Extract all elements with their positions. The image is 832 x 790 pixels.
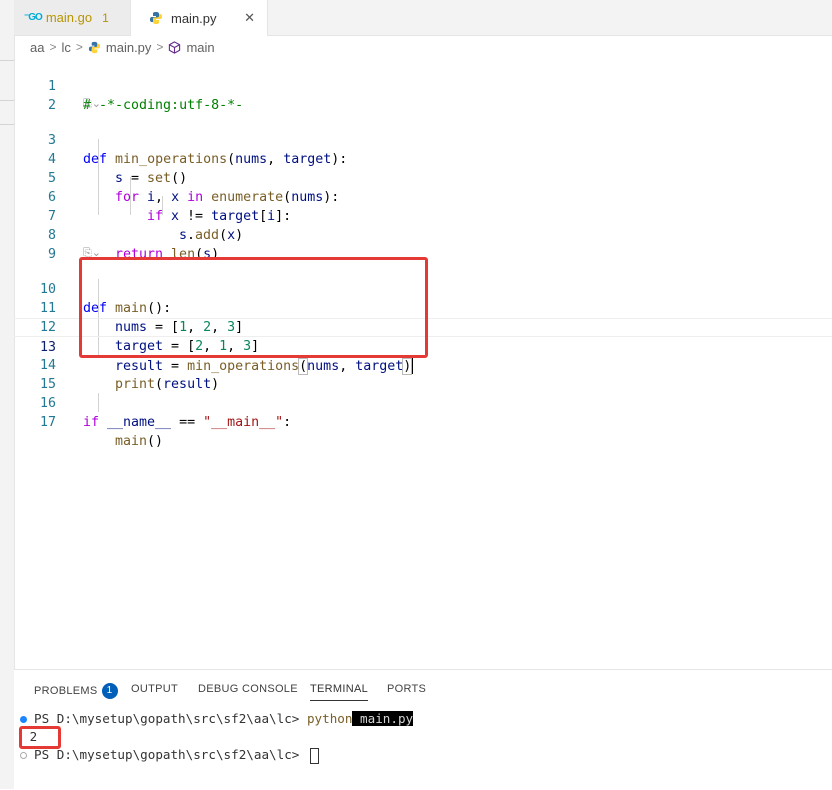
code-text: main() [115,434,164,449]
code-line: 16 if __name__ == "__main__": [14,375,832,430]
function-symbol-icon [169,40,181,54]
code-text: if __name__ == "__main__": [83,415,292,430]
tab-debug-console[interactable]: DEBUG CONSOLE [198,683,298,695]
strip-divider [0,100,14,101]
code-line: 17 main() [14,394,832,449]
highlight-box-main-function [79,257,428,358]
code-line: 2 [14,77,832,113]
code-line: 1 # -*-coding:utf-8-*- [14,58,832,113]
code-line: 8 return len(s) [14,207,832,262]
command-success-dot-icon [20,716,27,723]
go-icon: ⁻GO [24,12,43,23]
chevron-right-icon: > [49,40,57,54]
code-line: 5 for i, x in enumerate(nums): [14,150,832,205]
tab-ports[interactable]: PORTS [387,683,426,695]
codelens-icon[interactable]: ⎘⌄ [83,97,101,113]
code-line: 15 [14,356,832,392]
editor-tab-bar: ⁻GO main.go 1 main.py ✕ [14,0,832,36]
code-editor[interactable]: 1 # -*-coding:utf-8-*- 2 ⎘⌄ 3 def min_op… [14,58,832,668]
chevron-right-icon: > [75,40,83,54]
tab-label: main.go [45,10,93,25]
line-number: 17 [39,415,56,430]
chevron-right-icon: > [156,40,164,54]
bottom-panel: PROBLEMS 1 OUTPUT DEBUG CONSOLE TERMINAL … [14,669,832,790]
python-icon [150,12,162,24]
tab-output[interactable]: OUTPUT [131,683,178,695]
python-icon [88,41,100,53]
tab-problems[interactable]: PROBLEMS 1 [34,683,118,699]
breadcrumb-item-symbol[interactable]: main [186,40,214,55]
breadcrumb-item-aa[interactable]: aa [30,40,44,55]
strip-divider [0,124,14,125]
problem-count: 1 [102,10,109,25]
code-line: 7 s.add(x) [14,188,832,243]
code-line: 9 [14,226,832,262]
breadcrumb: aa > lc > main.py > main [14,36,832,58]
strip-divider [0,60,14,61]
terminal-cursor [309,747,319,764]
terminal-line: PS D:\mysetup\gopath\src\sf2\aa\lc> [34,746,319,764]
tab-main-go[interactable]: ⁻GO main.go 1 [14,0,131,35]
breadcrumb-item-file[interactable]: main.py [106,40,152,55]
command-pending-dot-icon [20,752,27,759]
code-line: 3 def min_operations(nums, target): [14,112,832,167]
problems-badge: 1 [101,683,118,699]
tab-main-py[interactable]: main.py ✕ [131,0,268,36]
panel-tab-bar: PROBLEMS 1 OUTPUT DEBUG CONSOLE TERMINAL … [14,670,832,708]
tab-label: main.py [171,10,217,26]
breadcrumb-item-lc[interactable]: lc [61,40,70,55]
terminal-line: PS D:\mysetup\gopath\src\sf2\aa\lc> pyth… [34,711,414,726]
activity-strip [0,0,15,789]
code-line: 4 s = set() [14,131,832,186]
code-line: 6 if x != target[i]: [14,169,832,224]
tab-terminal[interactable]: TERMINAL [310,683,369,701]
close-icon[interactable]: ✕ [244,10,255,26]
